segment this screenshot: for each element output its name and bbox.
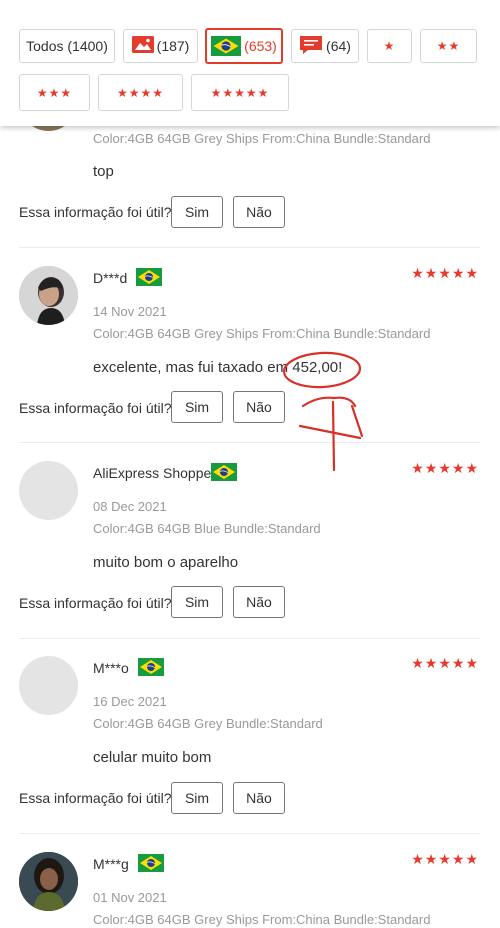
brazil-flag-icon xyxy=(211,463,237,481)
brazil-flag-icon xyxy=(138,854,164,872)
filter-3-star-label: ★★★ xyxy=(36,85,73,100)
helpful-yes-button[interactable]: Sim xyxy=(171,391,223,423)
filter-brazil-chip[interactable]: (653) xyxy=(205,28,283,64)
review-attributes: Color:4GB 64GB Grey Ships From:China Bun… xyxy=(93,326,431,341)
review-comment: top xyxy=(93,163,114,180)
filter-2-star-label: ★★ xyxy=(436,39,461,53)
review-comment: celular muito bom xyxy=(93,749,212,766)
review-date: 16 Dec 2021 xyxy=(93,694,167,709)
helpful-no-button[interactable]: Não xyxy=(233,586,285,618)
review-divider xyxy=(19,638,480,639)
review-date: 08 Dec 2021 xyxy=(93,499,167,514)
helpful-question: Essa informação foi útil? xyxy=(19,204,172,220)
helpful-no-button[interactable]: Não xyxy=(233,391,285,423)
review-attributes: Color:4GB 64GB Grey Bundle:Standard xyxy=(93,716,323,731)
helpful-yes-label: Sim xyxy=(184,790,210,806)
filter-2-star-chip[interactable]: ★★ xyxy=(420,29,477,63)
reviewer-avatar xyxy=(19,461,78,520)
helpful-yes-button[interactable]: Sim xyxy=(171,782,223,814)
reviewer-name: D***d xyxy=(93,270,128,286)
helpful-no-label: Não xyxy=(246,204,272,220)
filter-bar: Todos (1400) (187) (653) (64) ★ ★★ ★★★ ★… xyxy=(0,0,500,126)
filter-all-label: Todos (1400) xyxy=(26,38,108,54)
review-comment: muito bom o aparelho xyxy=(93,554,239,571)
helpful-question: Essa informação foi útil? xyxy=(19,790,172,806)
review-date: 14 Nov 2021 xyxy=(93,304,167,319)
helpful-yes-label: Sim xyxy=(184,594,210,610)
review-attributes: Color:4GB 64GB Grey Ships From:China Bun… xyxy=(93,912,431,927)
review-rating: ★★★★★ xyxy=(411,460,479,476)
filter-1-star-chip[interactable]: ★ xyxy=(367,29,412,63)
chat-icon xyxy=(299,35,323,58)
reviewer-avatar xyxy=(19,266,78,325)
filter-all-chip[interactable]: Todos (1400) xyxy=(19,29,115,63)
review-rating: ★★★★★ xyxy=(411,851,479,867)
review-rating: ★★★★★ xyxy=(411,265,479,281)
helpful-yes-button[interactable]: Sim xyxy=(171,586,223,618)
brazil-flag-icon xyxy=(138,658,164,676)
review-divider xyxy=(19,833,480,834)
helpful-question: Essa informação foi útil? xyxy=(19,400,172,416)
helpful-question: Essa informação foi útil? xyxy=(19,595,172,611)
helpful-yes-button[interactable]: Sim xyxy=(171,196,223,228)
filter-comments-chip[interactable]: (64) xyxy=(291,29,359,63)
filter-3-star-chip[interactable]: ★★★ xyxy=(19,74,90,111)
helpful-no-label: Não xyxy=(246,399,272,415)
helpful-no-button[interactable]: Não xyxy=(233,782,285,814)
brazil-flag-icon xyxy=(211,36,242,56)
reviewer-avatar xyxy=(19,852,78,911)
helpful-no-button[interactable]: Não xyxy=(233,196,285,228)
filter-photos-count: (187) xyxy=(156,38,190,54)
review-divider xyxy=(19,442,480,443)
helpful-yes-label: Sim xyxy=(184,204,210,220)
review-comment: excelente, mas fui taxado em 452,00! xyxy=(93,359,343,376)
filter-comments-count: (64) xyxy=(326,38,351,54)
reviewer-avatar xyxy=(19,656,78,715)
reviewer-name: M***o xyxy=(93,660,129,676)
review-date: 01 Nov 2021 xyxy=(93,890,167,905)
filter-1-star-label: ★ xyxy=(383,39,396,53)
helpful-yes-label: Sim xyxy=(184,399,210,415)
filter-brazil-count: (653) xyxy=(244,38,277,54)
brazil-flag-icon xyxy=(136,268,162,286)
filter-5-star-chip[interactable]: ★★★★★ xyxy=(191,74,289,111)
review-rating: ★★★★★ xyxy=(411,655,479,671)
helpful-no-label: Não xyxy=(246,790,272,806)
image-icon xyxy=(131,36,154,56)
filter-4-star-chip[interactable]: ★★★★ xyxy=(98,74,183,111)
filter-4-star-label: ★★★★ xyxy=(116,85,165,100)
helpful-no-label: Não xyxy=(246,594,272,610)
filter-5-star-label: ★★★★★ xyxy=(210,85,270,100)
review-attributes: Color:4GB 64GB Grey Ships From:China Bun… xyxy=(93,131,431,146)
review-attributes: Color:4GB 64GB Blue Bundle:Standard xyxy=(93,521,321,536)
reviewer-name: AliExpress Shopper xyxy=(93,465,216,481)
review-divider xyxy=(19,247,480,248)
reviewer-name: M***g xyxy=(93,856,129,872)
filter-photos-chip[interactable]: (187) xyxy=(123,29,198,63)
